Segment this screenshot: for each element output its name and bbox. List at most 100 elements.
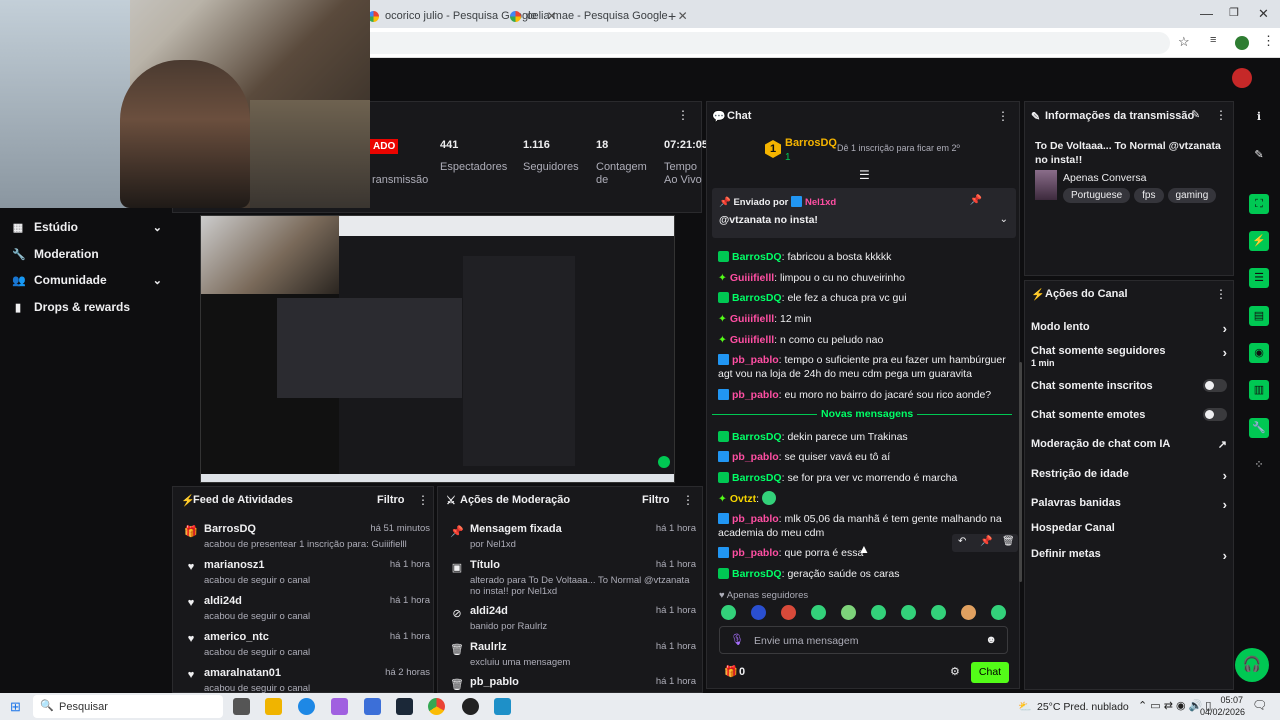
channel-action-item[interactable]: Hospedar Canal — [1031, 522, 1227, 534]
filter-button[interactable]: Filtro — [642, 494, 670, 506]
minimize-icon[interactable]: — — [1200, 6, 1213, 21]
profile-avatar[interactable] — [1235, 36, 1249, 50]
notification-icon[interactable]: 🗨 — [1252, 698, 1267, 712]
emote-icon[interactable] — [901, 605, 916, 620]
chat-message[interactable]: pb_pablo: eu moro no bairro do jacaré so… — [718, 388, 1010, 402]
edge-icon[interactable] — [298, 698, 315, 715]
chat-input[interactable]: 🎙 Envie uma mensagem ☻ — [719, 626, 1008, 654]
pencil-icon[interactable]: ✎ — [1249, 145, 1269, 165]
emote-icon[interactable] — [931, 605, 946, 620]
feed-item[interactable]: ♥ marianosz1 acabou de seguir o canal há… — [180, 559, 430, 586]
star-icon[interactable]: ☆ — [1178, 34, 1190, 50]
points-icon[interactable]: 🎁 — [724, 665, 738, 678]
pin-icon[interactable]: 📌 — [980, 536, 992, 547]
app-icon[interactable] — [494, 698, 511, 715]
windows-start-icon[interactable]: ⊞ — [10, 699, 21, 715]
emote-icon[interactable] — [781, 605, 796, 620]
sidebar-item-drops[interactable]: ▮ Drops & rewards — [12, 300, 162, 314]
emote-icon[interactable] — [811, 605, 826, 620]
obs-icon[interactable] — [462, 698, 479, 715]
chat-message[interactable]: ✦ Ovtzt: — [718, 491, 1010, 506]
channel-action-item[interactable]: Chat somente inscritos — [1031, 379, 1227, 392]
chat-message[interactable]: BarrosDQ: ele fez a chuca pra vc gui — [718, 291, 1010, 305]
channel-action-item[interactable]: Chat somente emotes — [1031, 408, 1227, 421]
mic-icon[interactable]: 🎙 — [730, 633, 744, 646]
sidebar-item-estudio[interactable]: ▦ Estúdio ⌄ — [12, 220, 162, 234]
scan-icon[interactable]: ⛶ — [1249, 194, 1269, 214]
weather-text[interactable]: 25°C Pred. nublado — [1037, 701, 1129, 713]
more-options-icon[interactable]: ⋮ — [1215, 287, 1227, 301]
chat-scrollbar[interactable] — [1019, 362, 1022, 582]
channel-action-item[interactable]: Palavras banidas › — [1031, 497, 1227, 512]
tag[interactable]: gaming — [1167, 188, 1217, 203]
more-options-icon[interactable]: ⋮ — [677, 108, 689, 122]
chevron-down-icon[interactable]: ⌄ — [1000, 214, 1008, 225]
emote-icon[interactable] — [721, 605, 736, 620]
copilot-icon[interactable] — [331, 698, 348, 715]
chat-message[interactable]: pb_pablo: tempo o suficiente pra eu faze… — [718, 353, 1010, 381]
filter-button[interactable]: Filtro — [377, 494, 405, 506]
mod-action-item[interactable]: 🗑 pb_pablo há 1 hora — [446, 676, 696, 692]
top-gifter-name[interactable]: BarrosDQ — [785, 137, 837, 149]
wrench-icon[interactable]: 🔧 — [1249, 418, 1269, 438]
chat-message[interactable]: ✦ Guiiifielll: n como cu peludo nao — [718, 333, 1010, 347]
mod-action-item[interactable]: ⊘ aldi24d banido por Raulrlz há 1 hora — [446, 605, 696, 632]
close-window-icon[interactable]: ✕ — [1258, 6, 1269, 22]
tag[interactable]: fps — [1134, 188, 1164, 203]
mod-action-item[interactable]: 🗑 Raulrlz excluiu uma mensagem há 1 hora — [446, 641, 696, 668]
task-view-icon[interactable] — [233, 698, 250, 715]
chat-message[interactable]: BarrosDQ: geração saúde os caras — [718, 567, 1010, 581]
reply-icon[interactable]: ↶ — [958, 536, 966, 547]
send-chat-button[interactable]: Chat — [971, 662, 1009, 683]
support-headset-icon[interactable]: 🎧 — [1235, 648, 1269, 682]
mod-action-item[interactable]: 📌 Mensagem fixada por Nel1xd há 1 hora — [446, 523, 696, 550]
sidebar-item-moderation[interactable]: 🔧 Moderation — [12, 247, 162, 261]
feed-item[interactable]: ♥ aldi24d acabou de seguir o canal há 1 … — [180, 595, 430, 622]
store-icon[interactable] — [364, 698, 381, 715]
list-icon[interactable]: ☰ — [1249, 268, 1269, 288]
category-name[interactable]: Apenas Conversa — [1063, 172, 1146, 184]
feed-item[interactable]: 🎁 BarrosDQ acabou de presentear 1 inscri… — [180, 523, 430, 550]
media-icon[interactable]: ≡ — [1210, 34, 1216, 46]
channel-action-item[interactable]: Modo lento › — [1031, 321, 1227, 336]
chat-message[interactable]: ✦ Guiiifielll: 12 min — [718, 312, 1010, 326]
emoji-icon[interactable]: ☻ — [985, 634, 997, 646]
bolt-icon[interactable]: ⚡ — [1249, 231, 1269, 251]
chat-message[interactable]: BarrosDQ: dekin parece um Trakinas — [718, 430, 1010, 444]
delete-icon[interactable]: 🗑 — [1002, 536, 1015, 547]
browser-menu-icon[interactable]: ⋮ — [1262, 33, 1275, 49]
chat-message[interactable]: pb_pablo: se quiser vavá eu tô aí — [718, 450, 1010, 464]
file-explorer-icon[interactable] — [265, 698, 282, 715]
new-tab-button[interactable]: + — [660, 4, 684, 28]
emote-icon[interactable] — [841, 605, 856, 620]
settings-icon[interactable]: ⚙ — [950, 665, 960, 678]
feed-item[interactable]: ♥ americo_ntc acabou de seguir o canal h… — [180, 631, 430, 658]
emote-icon[interactable] — [751, 605, 766, 620]
layout-icon[interactable]: ▥ — [1249, 380, 1269, 400]
broadcast-icon[interactable]: ◉ — [1249, 343, 1269, 363]
chrome-icon[interactable] — [428, 698, 445, 715]
steam-icon[interactable] — [396, 698, 413, 715]
stream-preview[interactable] — [200, 215, 675, 483]
dots-icon[interactable]: ⁘ — [1249, 455, 1269, 475]
channel-action-item[interactable]: Definir metas › — [1031, 548, 1227, 563]
omnibox[interactable] — [330, 32, 1170, 54]
toggle-switch[interactable] — [1203, 408, 1227, 421]
info-icon[interactable]: ℹ — [1249, 107, 1269, 127]
pinned-message[interactable]: 📌 Enviado por Nel1xd @vtzanata no insta!… — [712, 188, 1016, 238]
taskbar-search[interactable]: 🔍 Pesquisar — [33, 695, 223, 718]
tag[interactable]: Portuguese — [1063, 188, 1131, 203]
channel-action-item[interactable]: Moderação de chat com IA ↗ — [1031, 438, 1227, 451]
feed-item[interactable]: ♥ amaralnatan01 acabou de seguir o canal… — [180, 667, 430, 694]
toggle-switch[interactable] — [1203, 379, 1227, 392]
more-options-icon[interactable]: ⋮ — [1215, 108, 1227, 122]
chat-message[interactable]: ✦ Guiiifielll: limpou o cu no chuveirinho — [718, 271, 1010, 285]
chat-icon[interactable]: ▤ — [1249, 306, 1269, 326]
unpin-icon[interactable]: 📌 — [970, 195, 982, 206]
emote-icon[interactable] — [961, 605, 976, 620]
emote-icon[interactable] — [991, 605, 1006, 620]
chat-message[interactable]: BarrosDQ: fabricou a bosta kkkkk — [718, 250, 1010, 264]
more-options-icon[interactable]: ⋮ — [682, 493, 694, 507]
channel-action-item[interactable]: Chat somente seguidores 1 min › — [1031, 345, 1227, 368]
channel-action-item[interactable]: Restrição de idade › — [1031, 468, 1227, 483]
